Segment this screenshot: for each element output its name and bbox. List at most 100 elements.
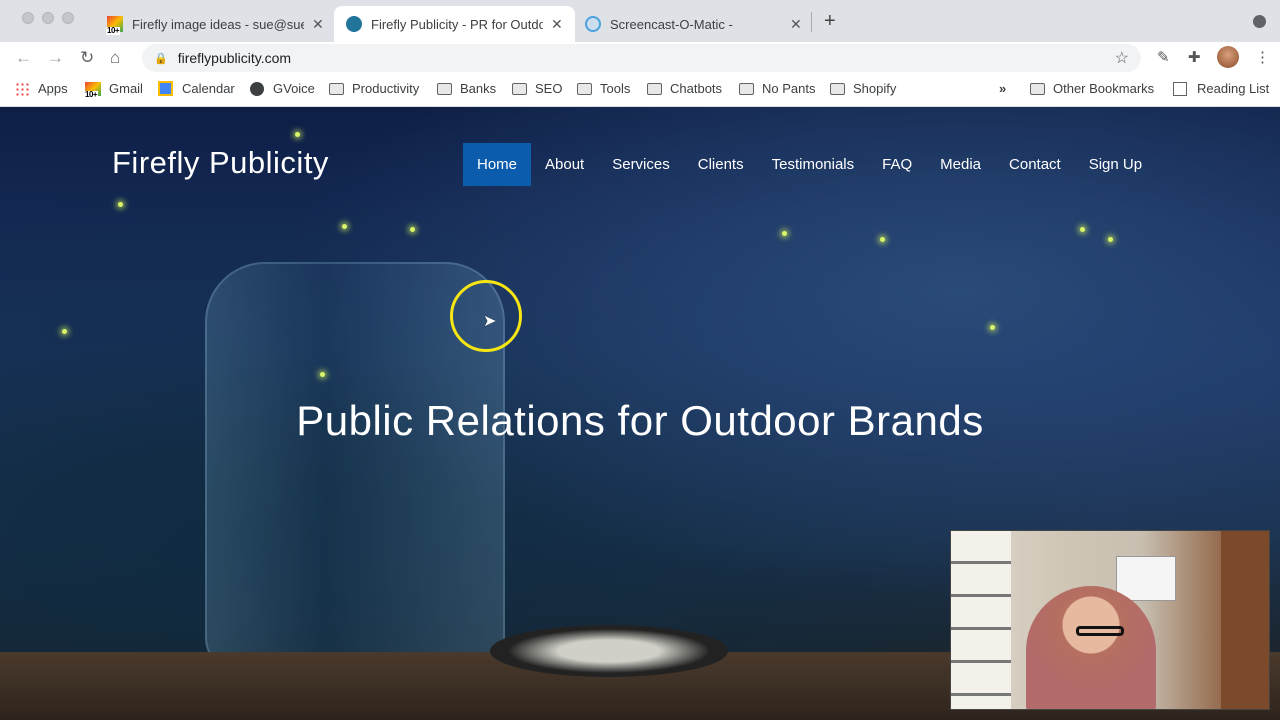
firefly [62, 329, 67, 334]
folder-icon [830, 82, 845, 95]
tab-gmail[interactable]: 10+ Firefly image ideas - sue@suet ✕ [95, 6, 336, 42]
address-bar[interactable]: 🔒 fireflypublicity.com ☆ [142, 44, 1141, 72]
main-nav: Home About Services Clients Testimonials… [463, 143, 1156, 186]
close-tab-icon[interactable]: ✕ [312, 16, 324, 33]
folder-icon [647, 82, 662, 95]
nav-clients[interactable]: Clients [684, 143, 758, 186]
bookmark-gvoice[interactable]: GVoice [250, 81, 315, 96]
bookmarks-bar: Apps 10+ Gmail Calendar GVoice Productivi… [0, 74, 1280, 107]
webcam-overlay [950, 530, 1270, 710]
site-logo[interactable]: Firefly Publicity [112, 145, 329, 181]
bookmark-calendar[interactable]: Calendar [158, 81, 235, 96]
maximize-window-button[interactable] [62, 12, 74, 24]
nav-services[interactable]: Services [598, 143, 684, 186]
gmail-unread-badge: 10+ [84, 89, 99, 99]
whiteboard [1116, 556, 1176, 601]
globe-icon [250, 81, 264, 96]
firefly [320, 372, 325, 377]
nav-about[interactable]: About [531, 143, 598, 186]
url-text: fireflypublicity.com [177, 50, 292, 66]
screencast-icon [585, 16, 601, 32]
gmail-icon: 10+ [84, 81, 101, 99]
profile-avatar[interactable] [1217, 46, 1239, 68]
reading-list-button[interactable]: Reading List [1173, 81, 1269, 96]
nav-media[interactable]: Media [926, 143, 995, 186]
bookmark-label: Calendar [182, 81, 235, 96]
bookmark-label: Tools [600, 81, 631, 96]
bookmark-no-pants[interactable]: No Pants [739, 81, 815, 96]
bookmark-productivity[interactable]: Productivity [329, 81, 419, 96]
forward-button[interactable]: → [47, 48, 64, 68]
firefly [295, 132, 300, 137]
close-tab-icon[interactable]: ✕ [790, 16, 802, 33]
folder-icon [437, 82, 452, 95]
nav-faq[interactable]: FAQ [868, 143, 926, 186]
nav-sign-up[interactable]: Sign Up [1075, 143, 1156, 186]
browser-toolbar: ← → ↻ ⌂ 🔒 fireflypublicity.com ☆ ✎ ✚ ⋮ [0, 42, 1280, 74]
bookmark-label: GVoice [273, 81, 315, 96]
firefly [880, 237, 885, 242]
tab-search-button[interactable] [1253, 15, 1266, 28]
tab-title: Screencast-O-Matic - [610, 16, 733, 32]
door [1221, 531, 1269, 709]
bookmark-seo[interactable]: SEO [512, 81, 562, 96]
firefly [782, 231, 787, 236]
tab-firefly-publicity[interactable]: Firefly Publicity - PR for Outdoor ✕ [334, 6, 575, 42]
bookmark-label: Chatbots [670, 81, 723, 96]
reading-list-label: Reading List [1197, 81, 1270, 96]
glasses [1076, 626, 1124, 636]
back-button[interactable]: ← [15, 48, 32, 68]
jar-lid [490, 625, 728, 677]
hero-headline: Public Relations for Outdoor Brands [296, 397, 984, 444]
reading-list-icon [1173, 81, 1187, 96]
firefly [1080, 227, 1085, 232]
extensions-puzzle-icon[interactable]: ✚ [1188, 48, 1201, 66]
bookmark-label: No Pants [762, 81, 816, 96]
tab-title: Firefly image ideas - sue@suet [132, 16, 304, 32]
calendar-icon [158, 81, 173, 96]
bookshelf [951, 531, 1011, 709]
firefly [990, 325, 995, 330]
bookmark-banks[interactable]: Banks [437, 81, 496, 96]
presenter [1026, 586, 1156, 709]
bookmark-apps[interactable]: Apps [15, 81, 68, 96]
bookmark-label: Banks [460, 81, 497, 96]
firefly [118, 202, 123, 207]
nav-home[interactable]: Home [463, 143, 532, 186]
reload-button[interactable]: ↻ [80, 48, 94, 68]
bookmark-label: Productivity [352, 81, 420, 96]
tab-screencast[interactable]: Screencast-O-Matic - ✕ [573, 6, 814, 42]
bookmark-label: Gmail [109, 81, 143, 96]
window-controls[interactable] [22, 12, 74, 24]
apps-grid-icon [15, 81, 29, 96]
bookmark-shopify[interactable]: Shopify [830, 81, 896, 96]
folder-icon [739, 82, 754, 95]
folder-icon [329, 82, 344, 95]
bookmark-label: SEO [535, 81, 563, 96]
close-window-button[interactable] [22, 12, 34, 24]
bookmark-star-icon[interactable]: ☆ [1115, 48, 1129, 68]
nav-contact[interactable]: Contact [995, 143, 1075, 186]
firefly [1108, 237, 1113, 242]
mouse-cursor-icon: ➤ [483, 313, 497, 330]
lock-icon: 🔒 [154, 52, 168, 65]
minimize-window-button[interactable] [42, 12, 54, 24]
home-button[interactable]: ⌂ [110, 48, 120, 68]
bookmark-chatbots[interactable]: Chatbots [647, 81, 722, 96]
menu-kebab-icon[interactable]: ⋮ [1255, 48, 1270, 66]
firefly [410, 227, 415, 232]
bookmark-label: Shopify [853, 81, 897, 96]
more-bookmarks-chevron-icon[interactable]: » [999, 81, 1006, 96]
new-tab-button[interactable]: + [824, 10, 836, 33]
firefly [342, 224, 347, 229]
close-tab-icon[interactable]: ✕ [551, 16, 563, 33]
tab-title: Firefly Publicity - PR for Outdoor [371, 16, 543, 32]
nav-testimonials[interactable]: Testimonials [758, 143, 869, 186]
bookmark-gmail[interactable]: 10+ Gmail [84, 81, 143, 99]
folder-icon [512, 82, 527, 95]
bookmark-tools[interactable]: Tools [577, 81, 630, 96]
bookmark-label: Apps [38, 81, 68, 96]
bookmark-other[interactable]: Other Bookmarks [1030, 81, 1154, 96]
eyedropper-extension-icon[interactable]: ✎ [1157, 48, 1170, 66]
folder-icon [577, 82, 592, 95]
